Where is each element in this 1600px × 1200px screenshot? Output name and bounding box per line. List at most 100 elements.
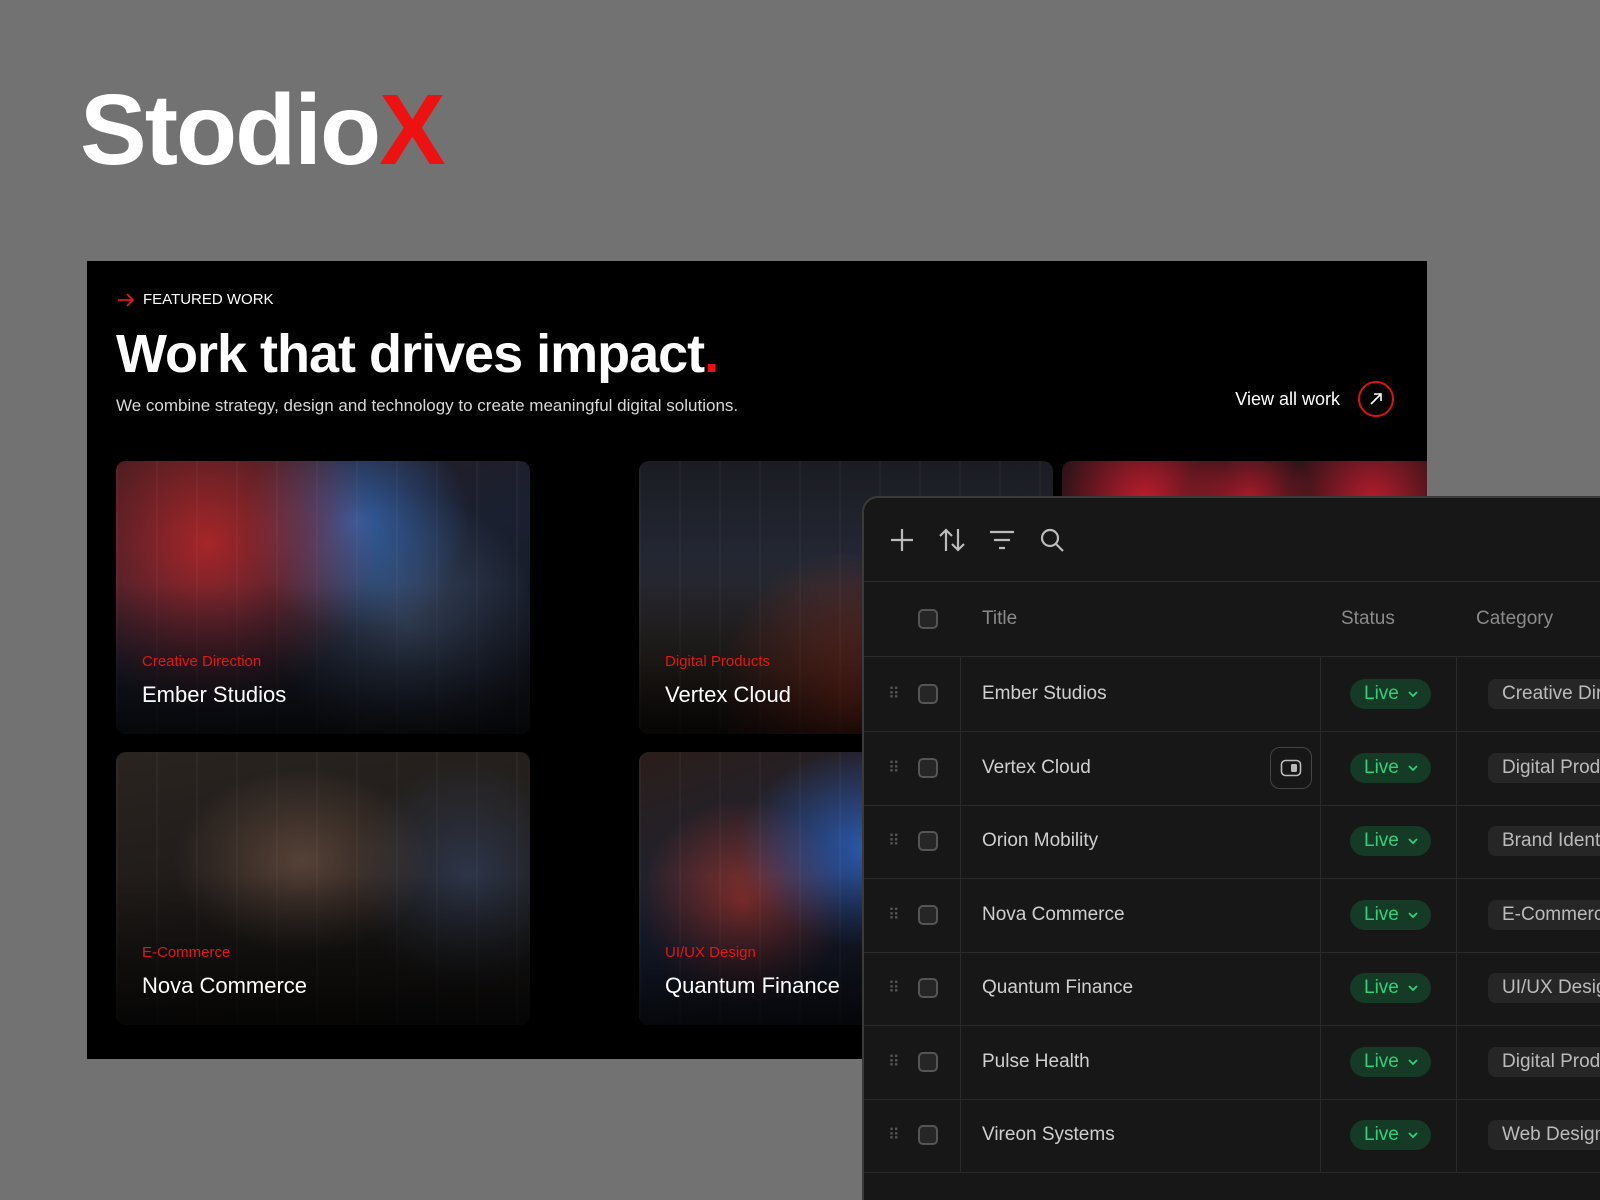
row-checkbox[interactable] <box>918 1051 938 1072</box>
row-checkbox[interactable] <box>918 831 938 851</box>
status-dropdown[interactable]: Live <box>1350 973 1431 1003</box>
drag-handle-icon[interactable]: ⠿ <box>888 978 900 998</box>
drag-handle-icon[interactable]: ⠿ <box>888 831 900 851</box>
table-row[interactable]: ⠿ Vertex Cloud Live Digital Products <box>864 730 1600 806</box>
column-header-category[interactable]: Category <box>1476 608 1553 630</box>
column-divider <box>960 951 961 1025</box>
drag-handle-icon[interactable]: ⠿ <box>888 905 900 925</box>
category-tag[interactable]: UI/UX Design <box>1488 973 1600 1003</box>
column-divider <box>1320 1024 1321 1099</box>
column-divider <box>960 1098 961 1172</box>
sort-icon[interactable] <box>938 526 966 554</box>
add-icon[interactable] <box>888 526 916 554</box>
status-dropdown[interactable]: Live <box>1350 826 1431 856</box>
brand-accent-letter: X <box>379 74 446 186</box>
drag-handle-icon[interactable]: ⠿ <box>888 684 900 704</box>
status-dropdown[interactable]: Live <box>1350 899 1431 930</box>
column-divider <box>960 657 961 731</box>
row-checkbox[interactable] <box>918 904 938 925</box>
category-tag[interactable]: E-Commerce <box>1488 899 1600 930</box>
column-divider <box>1456 1098 1457 1172</box>
row-checkbox[interactable] <box>918 684 938 704</box>
page-title: Work that drives impact. <box>116 323 719 385</box>
table-row[interactable]: ⠿ Quantum Finance Live UI/UX Design <box>864 951 1600 1026</box>
table-row[interactable]: ⠿ Vireon Systems Live Web Design <box>864 1098 1600 1173</box>
chevron-down-icon <box>1408 1058 1418 1065</box>
column-divider <box>960 730 961 805</box>
headline-text: Work that drives impact <box>116 324 705 384</box>
status-dropdown[interactable]: Live <box>1350 1120 1431 1150</box>
panel-icon <box>1280 759 1302 776</box>
brand-name: Stodio <box>80 74 381 186</box>
column-divider <box>1320 877 1321 952</box>
chevron-down-icon <box>1408 838 1418 845</box>
row-checkbox[interactable] <box>918 1125 938 1145</box>
column-divider <box>1320 1098 1321 1172</box>
column-divider <box>960 877 961 952</box>
table-toolbar <box>864 498 1600 582</box>
chevron-down-icon <box>1408 985 1418 992</box>
row-title[interactable]: Pulse Health <box>982 1051 1090 1073</box>
row-checkbox[interactable] <box>918 757 938 778</box>
status-label: Live <box>1364 1124 1399 1145</box>
column-divider <box>1320 804 1321 878</box>
row-title[interactable]: Vertex Cloud <box>982 757 1091 779</box>
table-row[interactable]: ⠿ Ember Studios Live Creative Direction <box>864 657 1600 732</box>
filter-icon[interactable] <box>988 526 1016 554</box>
table-row[interactable]: ⠿ Orion Mobility Live Brand Identity <box>864 804 1600 879</box>
category-tag[interactable]: Digital Products <box>1488 1046 1600 1077</box>
row-title[interactable]: Ember Studios <box>982 683 1107 705</box>
category-tag[interactable]: Brand Identity <box>1488 826 1600 856</box>
column-divider <box>960 1024 961 1099</box>
project-category: Creative Direction <box>142 653 262 670</box>
eyebrow-label: FEATURED WORK <box>143 291 274 308</box>
eyebrow: FEATURED WORK <box>117 291 274 308</box>
column-divider <box>1320 657 1321 731</box>
open-record-button[interactable] <box>1270 746 1312 789</box>
chevron-down-icon <box>1408 764 1418 771</box>
column-divider <box>1320 951 1321 1025</box>
column-divider <box>1456 657 1457 731</box>
row-title[interactable]: Nova Commerce <box>982 904 1125 926</box>
project-card-nova-commerce[interactable]: E-Commerce Nova Commerce <box>116 752 530 1025</box>
select-all-checkbox[interactable] <box>918 609 938 629</box>
chevron-down-icon <box>1408 691 1418 698</box>
column-divider <box>1456 877 1457 952</box>
arrow-right-icon <box>117 292 135 307</box>
category-tag[interactable]: Web Design <box>1488 1120 1600 1150</box>
table-header: Title Status Category <box>864 582 1600 657</box>
project-title: Ember Studios <box>142 682 287 707</box>
status-dropdown[interactable]: Live <box>1350 679 1431 709</box>
status-dropdown[interactable]: Live <box>1350 752 1431 783</box>
arrow-up-right-icon <box>1358 381 1394 417</box>
project-card-ember-studios[interactable]: Creative Direction Ember Studios <box>116 461 530 734</box>
drag-handle-icon[interactable]: ⠿ <box>888 758 900 778</box>
column-divider <box>1456 730 1457 805</box>
column-header-status[interactable]: Status <box>1341 608 1395 630</box>
headline-dot: . <box>704 324 719 384</box>
status-label: Live <box>1364 756 1399 778</box>
view-all-work-link[interactable]: View all work <box>1235 381 1394 417</box>
status-dropdown[interactable]: Live <box>1350 1046 1431 1077</box>
row-title[interactable]: Vireon Systems <box>982 1124 1115 1146</box>
status-label: Live <box>1364 1050 1399 1072</box>
row-checkbox[interactable] <box>918 978 938 998</box>
category-tag[interactable]: Digital Products <box>1488 752 1600 783</box>
drag-handle-icon[interactable]: ⠿ <box>888 1125 900 1145</box>
row-title[interactable]: Orion Mobility <box>982 830 1098 852</box>
table-row[interactable]: ⠿ Pulse Health Live Digital Products <box>864 1024 1600 1100</box>
table-row[interactable]: ⠿ Nova Commerce Live E-Commerce <box>864 877 1600 953</box>
project-category: Digital Products <box>665 653 771 670</box>
status-label: Live <box>1364 830 1399 851</box>
project-title: Quantum Finance <box>665 973 840 998</box>
category-tag[interactable]: Creative Direction <box>1488 679 1600 709</box>
drag-handle-icon[interactable]: ⠿ <box>888 1052 900 1072</box>
column-divider <box>1320 730 1321 805</box>
project-category: E-Commerce <box>142 944 231 961</box>
column-header-title[interactable]: Title <box>982 608 1017 630</box>
row-title[interactable]: Quantum Finance <box>982 977 1133 999</box>
project-category: UI/UX Design <box>665 944 756 961</box>
status-label: Live <box>1364 903 1399 925</box>
chevron-down-icon <box>1408 911 1418 918</box>
search-icon[interactable] <box>1038 526 1066 554</box>
